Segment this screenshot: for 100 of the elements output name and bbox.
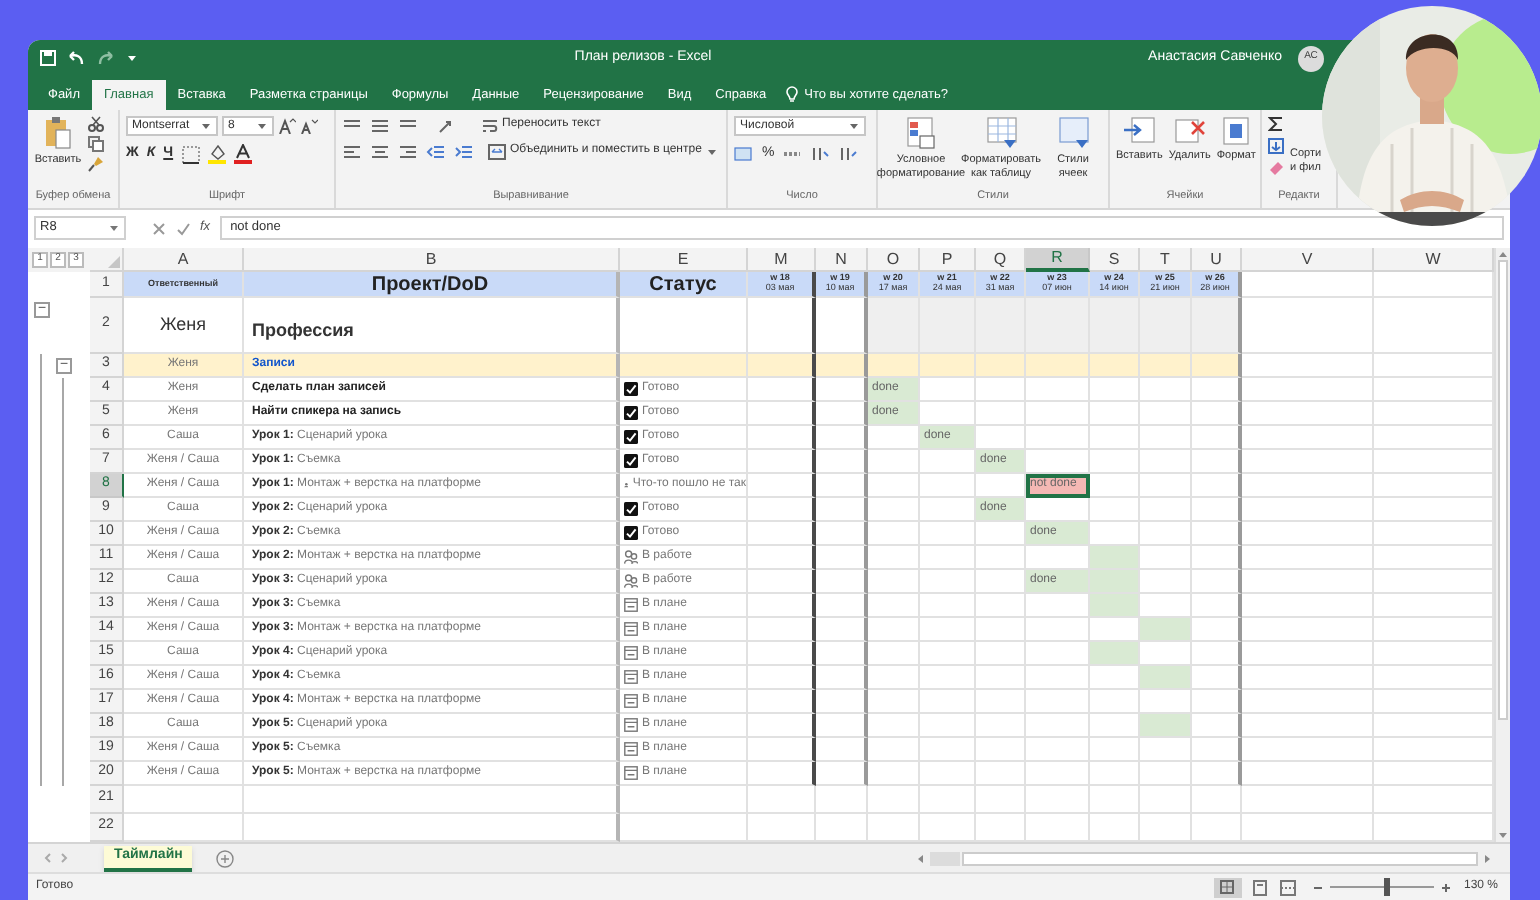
fill-color-icon[interactable] bbox=[207, 144, 226, 165]
column-header[interactable]: M bbox=[748, 248, 816, 272]
table-cell bbox=[816, 354, 868, 378]
enter-icon[interactable] bbox=[176, 221, 190, 235]
column-header[interactable]: U bbox=[1192, 248, 1242, 272]
sum-icon[interactable] bbox=[1268, 116, 1284, 132]
increase-indent-icon[interactable] bbox=[454, 143, 474, 159]
column-header[interactable]: A bbox=[124, 248, 244, 272]
zoom-in-icon[interactable] bbox=[1439, 881, 1452, 893]
table-cell bbox=[1242, 618, 1374, 642]
shrink-font-icon[interactable] bbox=[300, 118, 318, 134]
table-cell bbox=[1192, 714, 1242, 738]
fill-down-icon[interactable] bbox=[1268, 138, 1284, 154]
column-header[interactable]: N bbox=[816, 248, 868, 272]
table-cell bbox=[1192, 570, 1242, 594]
table-cell bbox=[1192, 666, 1242, 690]
table-cell bbox=[920, 762, 976, 786]
table-cell bbox=[1192, 354, 1242, 378]
grow-font-icon[interactable] bbox=[278, 118, 296, 134]
table-cell bbox=[1090, 474, 1140, 498]
undo-icon[interactable] bbox=[66, 50, 86, 66]
caret-icon bbox=[256, 120, 268, 132]
table-cell bbox=[868, 594, 920, 618]
table-cell bbox=[1192, 618, 1242, 642]
borders-icon[interactable] bbox=[181, 145, 200, 164]
align-right-icon[interactable] bbox=[398, 143, 418, 159]
save-icon[interactable] bbox=[40, 50, 56, 66]
table-cell bbox=[1192, 402, 1242, 426]
page-break-icon[interactable] bbox=[1279, 879, 1296, 895]
table-cell bbox=[748, 666, 816, 690]
column-header[interactable]: T bbox=[1140, 248, 1192, 272]
align-center-icon[interactable] bbox=[370, 143, 390, 159]
table-cell bbox=[1026, 618, 1090, 642]
vertical-scrollbar[interactable] bbox=[1494, 248, 1510, 842]
table-cell bbox=[920, 618, 976, 642]
column-header[interactable]: B bbox=[244, 248, 620, 272]
column-header[interactable]: O bbox=[868, 248, 920, 272]
table-cell bbox=[816, 594, 868, 618]
scrollbar-thumb[interactable] bbox=[1498, 260, 1508, 720]
table-cell bbox=[1026, 714, 1090, 738]
table-cell bbox=[920, 642, 976, 666]
table-cell bbox=[1090, 450, 1140, 474]
table-cell bbox=[748, 618, 816, 642]
column-header[interactable]: V bbox=[1242, 248, 1374, 272]
column-header[interactable]: S bbox=[1090, 248, 1140, 272]
table-cell bbox=[868, 522, 920, 546]
table-cell bbox=[1140, 426, 1192, 450]
add-sheet-icon[interactable] bbox=[216, 849, 235, 867]
table-cell bbox=[976, 546, 1026, 570]
page-layout-icon[interactable] bbox=[1251, 879, 1268, 895]
table-cell bbox=[748, 738, 816, 762]
column-title: Проект/DoD bbox=[244, 272, 620, 298]
scroll-left-icon bbox=[914, 851, 928, 865]
table-cell bbox=[816, 474, 868, 498]
copy-icon[interactable] bbox=[88, 136, 104, 152]
table-cell bbox=[1140, 450, 1192, 474]
align-bottom-icon[interactable] bbox=[398, 117, 418, 133]
table-cell bbox=[976, 402, 1026, 426]
table-cell bbox=[1090, 786, 1140, 814]
table-cell bbox=[748, 426, 816, 450]
clipboard-icon bbox=[44, 116, 72, 150]
redo-icon[interactable] bbox=[96, 50, 116, 66]
column-header[interactable]: Q bbox=[976, 248, 1026, 272]
table-cell bbox=[748, 690, 816, 714]
table-cell bbox=[1242, 594, 1374, 618]
scrollbar-thumb[interactable] bbox=[962, 851, 1478, 865]
font-color-icon[interactable] bbox=[233, 144, 252, 165]
table-cell bbox=[1242, 522, 1374, 546]
table-cell bbox=[748, 402, 816, 426]
zoom-out-icon[interactable] bbox=[1311, 881, 1324, 893]
brush-icon[interactable] bbox=[88, 156, 104, 172]
decrease-decimal-icon[interactable] bbox=[838, 146, 859, 163]
align-top-icon[interactable] bbox=[342, 117, 362, 133]
table-cell bbox=[976, 762, 1026, 786]
align-middle-icon[interactable] bbox=[370, 117, 390, 133]
table-cell bbox=[1192, 378, 1242, 402]
table-cell bbox=[1140, 354, 1192, 378]
table-cell bbox=[920, 378, 976, 402]
grid-icon bbox=[1220, 880, 1235, 894]
table-cell bbox=[920, 354, 976, 378]
table-cell bbox=[868, 570, 920, 594]
table-cell bbox=[1090, 354, 1140, 378]
column-header[interactable]: E bbox=[620, 248, 748, 272]
table-cell bbox=[1140, 498, 1192, 522]
scissors-icon[interactable] bbox=[88, 116, 104, 132]
column-header[interactable]: P bbox=[920, 248, 976, 272]
table-cell bbox=[976, 354, 1026, 378]
decrease-indent-icon[interactable] bbox=[426, 143, 446, 159]
table-cell bbox=[868, 450, 920, 474]
table-cell bbox=[1242, 402, 1374, 426]
calendar-icon bbox=[624, 694, 638, 708]
cancel-icon[interactable] bbox=[152, 221, 166, 235]
checkbox-icon bbox=[624, 526, 638, 540]
table-cell bbox=[1192, 450, 1242, 474]
normal-view-button[interactable] bbox=[1213, 877, 1242, 897]
align-left-icon[interactable] bbox=[342, 143, 362, 159]
caret-icon[interactable] bbox=[126, 52, 138, 64]
column-header[interactable]: R bbox=[1026, 248, 1090, 272]
increase-decimal-icon[interactable] bbox=[810, 146, 831, 163]
column-header[interactable]: W bbox=[1374, 248, 1494, 272]
